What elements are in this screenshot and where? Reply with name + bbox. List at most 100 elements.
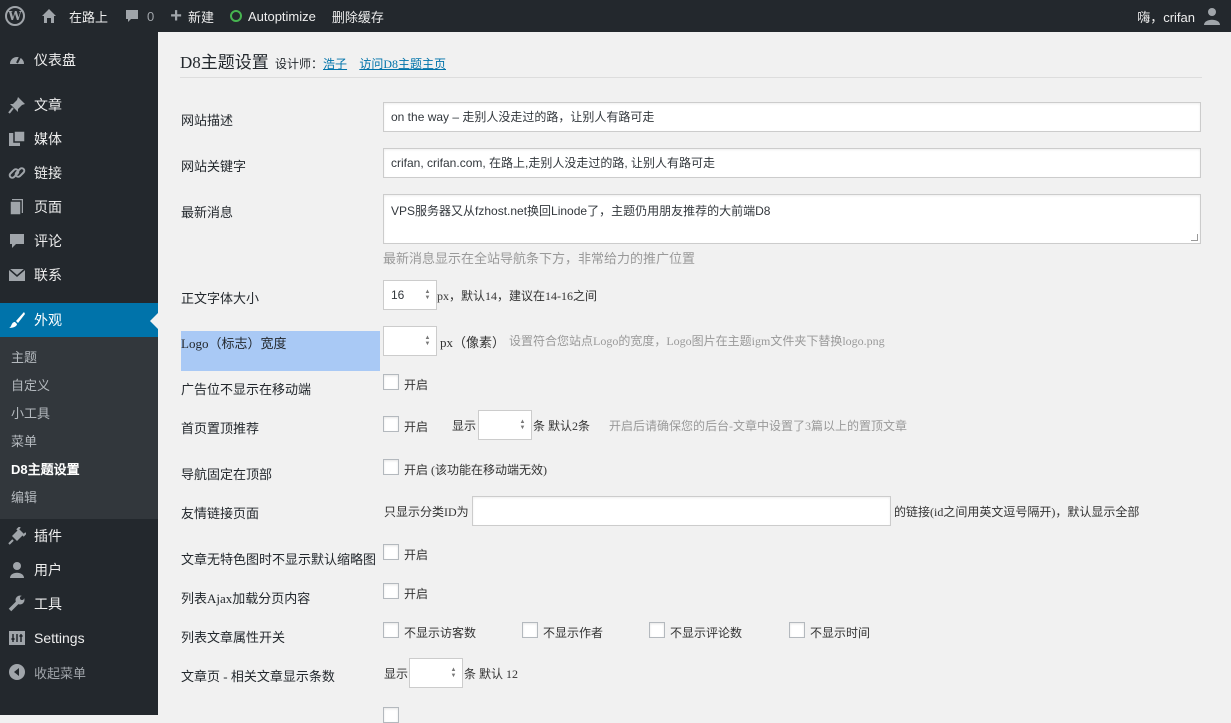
main-content: D8主题设置 设计师：浩子 访问D8主题主页 网站描述 on the way –… (158, 32, 1231, 723)
link-icon (8, 167, 26, 179)
font-size-label: 正文字体大小 (181, 291, 260, 306)
submenu-item-themes[interactable]: 主题 (0, 344, 158, 372)
new-content-link[interactable]: + 新建 (162, 0, 222, 32)
list-attrs-label: 列表文章属性开关 (181, 630, 286, 645)
sidebar-item-label: 评论 (34, 233, 62, 249)
greeting: 嗨，crifan (1137, 9, 1195, 25)
hide-author-option: 不显示作者 (543, 626, 604, 640)
wordpress-icon: W (5, 6, 25, 26)
friend-links-input[interactable] (472, 496, 891, 526)
site-desc-label: 网站描述 (181, 113, 234, 128)
resize-grip-icon[interactable] (1191, 234, 1198, 241)
collapse-icon (9, 664, 25, 680)
friend-links-suffix: 的链接(id之间用英文逗号隔开)，默认显示全部 (894, 505, 1140, 519)
plugin-icon (8, 527, 26, 545)
wp-logo-button[interactable]: W (0, 0, 33, 32)
sidebar-item-plugins[interactable]: 插件 (0, 519, 158, 553)
spinner-arrows-icon[interactable]: ▲ ▼ (519, 419, 526, 431)
hide-views-checkbox[interactable] (383, 622, 399, 638)
home-sticky-show-label: 显示 (452, 419, 477, 433)
sidebar-item-contact[interactable]: 联系 (0, 258, 158, 292)
spinner-arrows-icon[interactable]: ▲ ▼ (450, 667, 457, 679)
related-show-label: 显示 (384, 667, 409, 681)
sidebar-item-media[interactable]: 媒体 (0, 122, 158, 156)
nav-fixed-checkbox[interactable] (383, 459, 399, 475)
hide-time-option: 不显示时间 (810, 626, 871, 640)
home-sticky-option: 开启 (404, 420, 429, 434)
autoptimize-label: Autoptimize (247, 8, 316, 24)
home-sticky-count-input[interactable]: ▲ ▼ (478, 410, 532, 440)
hide-ads-option: 开启 (404, 378, 429, 392)
sidebar-item-label: 工具 (34, 596, 62, 612)
latest-news-textarea[interactable]: VPS服务器又从fzhost.net换回Linode了，主题仍用朋友推荐的大前端… (383, 194, 1201, 244)
sidebar-item-dashboard[interactable]: 仪表盘 (0, 43, 158, 77)
sidebar-item-settings[interactable]: Settings (0, 621, 158, 655)
ajax-list-option: 开启 (404, 587, 429, 601)
submenu-item-d8-settings[interactable]: D8主题设置 (0, 456, 158, 484)
comments-link[interactable]: 0 (116, 0, 162, 32)
no-thumb-label: 文章无特色图时不显示默认缩略图 (181, 552, 377, 567)
latest-news-hint: 最新消息显示在全站导航条下方，非常给力的推广位置 (383, 251, 696, 266)
theme-homepage-link[interactable]: 访问D8主题主页 (359, 57, 446, 71)
page-title-block: D8主题设置 设计师：浩子 访问D8主题主页 (180, 48, 446, 73)
page-icon (9, 199, 23, 216)
hide-comments-option: 不显示评论数 (670, 626, 743, 640)
related-count-input[interactable]: ▲ ▼ (409, 658, 463, 688)
font-size-value: 16 (391, 288, 405, 302)
hide-ads-label: 广告位不显示在移动端 (181, 382, 312, 397)
site-keywords-label: 网站关键字 (181, 159, 247, 174)
no-thumb-checkbox[interactable] (383, 544, 399, 560)
avatar-icon (1204, 8, 1220, 25)
page-scrollbar[interactable] (1223, 32, 1231, 715)
home-sticky-checkbox[interactable] (383, 416, 399, 432)
clear-cache-link[interactable]: 删除缓存 (324, 0, 392, 32)
hide-comments-checkbox[interactable] (649, 622, 665, 638)
spinner-arrows-icon[interactable]: ▲ ▼ (424, 289, 431, 301)
site-keywords-input[interactable]: crifan, crifan.com, 在路上,走别人没走过的路, 让别人有路可… (383, 148, 1201, 178)
latest-news-label: 最新消息 (181, 205, 234, 220)
font-size-input[interactable]: 16 ▲ ▼ (383, 280, 437, 310)
latest-news-value: VPS服务器又从fzhost.net换回Linode了，主题仍用朋友推荐的大前端… (391, 204, 771, 218)
font-size-suffix: px，默认14，建议在14-16之间 (437, 289, 597, 303)
hide-ads-checkbox[interactable] (383, 374, 399, 390)
submenu-item-customize[interactable]: 自定义 (0, 372, 158, 400)
designer-link[interactable]: 浩子 (323, 57, 347, 71)
home-sticky-hint: 开启后请确保您的后台-文章中设置了3篇以上的置顶文章 (609, 419, 907, 433)
submenu-item-menus[interactable]: 菜单 (0, 428, 158, 456)
sidebar-item-label: 插件 (34, 528, 62, 544)
submenu-item-editor[interactable]: 编辑 (0, 484, 158, 512)
sidebar-item-label: 收起菜单 (34, 665, 87, 681)
site-name-link[interactable]: 在路上 (33, 0, 116, 32)
ajax-list-checkbox[interactable] (383, 583, 399, 599)
next-option-checkbox[interactable] (383, 707, 399, 723)
sidebar-item-links[interactable]: 链接 (0, 156, 158, 190)
collapse-menu-button[interactable]: 收起菜单 (0, 655, 158, 689)
site-desc-input[interactable]: on the way – 走别人没走过的路，让别人有路可走 (383, 102, 1201, 132)
title-divider (180, 77, 1202, 78)
new-label: 新建 (187, 9, 214, 25)
pin-icon (8, 97, 25, 114)
logo-width-input[interactable]: ▲ ▼ (383, 326, 437, 356)
sidebar-item-label: 链接 (34, 165, 62, 181)
sidebar-item-comments[interactable]: 评论 (0, 224, 158, 258)
comments-count: 0 (147, 8, 155, 24)
hide-views-option: 不显示访客数 (404, 626, 477, 640)
sidebar-item-label: 文章 (34, 97, 62, 113)
sidebar-item-label: 媒体 (34, 131, 62, 147)
account-menu[interactable]: 嗨，crifan (1129, 0, 1231, 32)
admin-bar: W 在路上 0 + 新建 Autoptimize 删除缓存 嗨，crifan (0, 0, 1231, 32)
sidebar-item-pages[interactable]: 页面 (0, 190, 158, 224)
sidebar-item-appearance[interactable]: 外观 (0, 303, 158, 337)
related-count-suffix: 条 默认 12 (464, 667, 519, 681)
sidebar-item-posts[interactable]: 文章 (0, 88, 158, 122)
spinner-arrows-icon[interactable]: ▲ ▼ (424, 335, 431, 347)
hide-author-checkbox[interactable] (522, 622, 538, 638)
friend-links-label: 友情链接页面 (181, 506, 260, 521)
submenu-item-widgets[interactable]: 小工具 (0, 400, 158, 428)
sidebar-item-users[interactable]: 用户 (0, 553, 158, 587)
sidebar-item-tools[interactable]: 工具 (0, 587, 158, 621)
autoptimize-link[interactable]: Autoptimize (222, 0, 324, 32)
home-sticky-label: 首页置顶推荐 (181, 421, 260, 436)
plus-icon: + (170, 4, 182, 27)
hide-time-checkbox[interactable] (789, 622, 805, 638)
